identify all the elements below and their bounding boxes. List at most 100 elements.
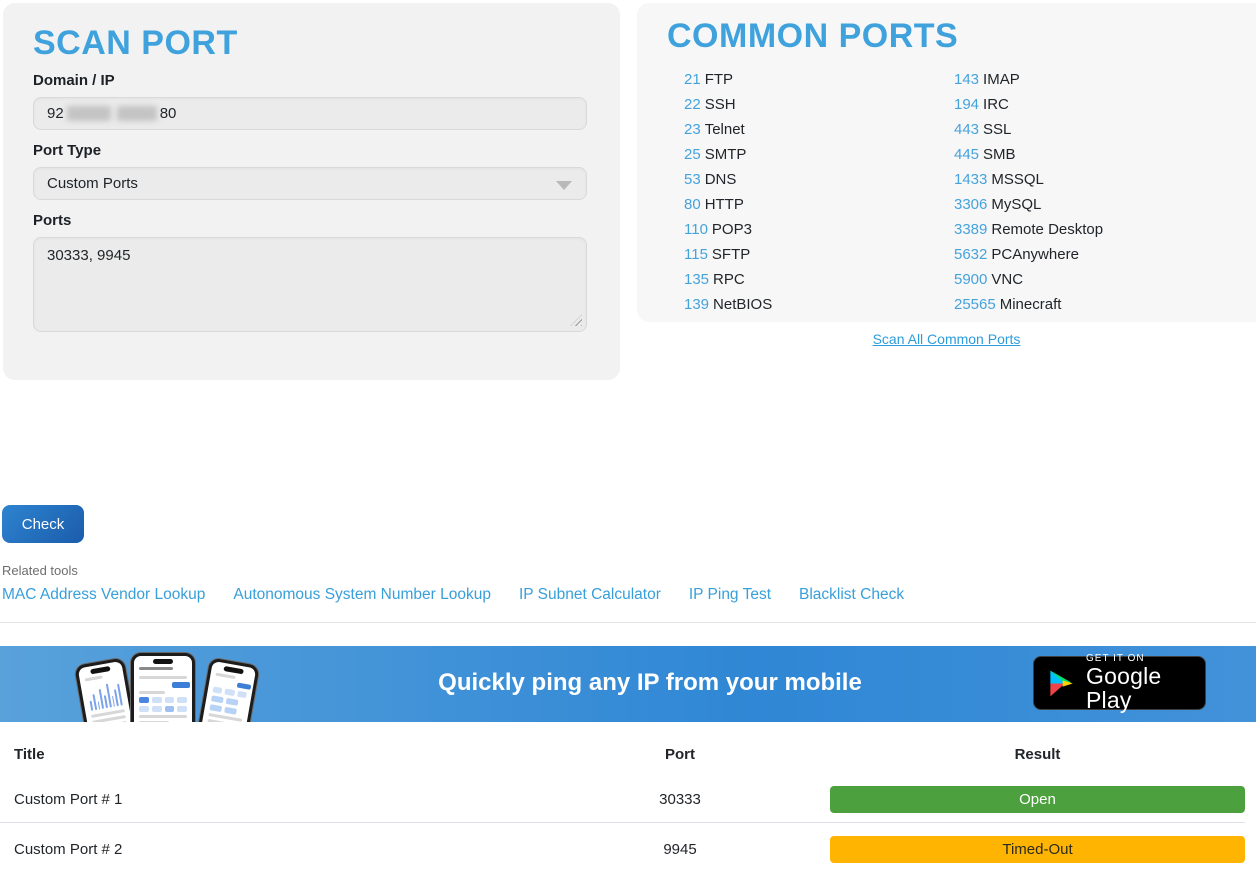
google-play-icon <box>1047 667 1075 700</box>
domain-ip-input[interactable]: 92 80 <box>33 97 587 130</box>
port-name: SMTP <box>705 146 747 163</box>
common-port-item: 25SMTP <box>684 142 772 167</box>
port-number: 445 <box>954 146 979 163</box>
common-ports-list: 21FTP 22SSH 23Telnet 25SMTP <box>667 67 1247 317</box>
common-port-item: 443SSL <box>954 117 1103 142</box>
port-number: 115 <box>684 246 708 263</box>
result-port: 30333 <box>530 791 830 808</box>
common-port-item: 5900VNC <box>954 267 1103 292</box>
port-number: 22 <box>684 96 701 113</box>
section-divider <box>0 622 1256 623</box>
result-row: Custom Port # 2 9945 Timed-Out <box>0 823 1245 875</box>
domain-ip-value-suffix: 80 <box>160 105 177 122</box>
common-port-item: 3306MySQL <box>954 192 1103 217</box>
related-tool-link[interactable]: Autonomous System Number Lookup <box>233 586 491 604</box>
port-number: 80 <box>684 196 701 213</box>
port-name: SFTP <box>712 246 750 263</box>
result-cell: Timed-Out <box>830 836 1245 863</box>
common-port-item: 143IMAP <box>954 67 1103 92</box>
domain-ip-label: Domain / IP <box>33 72 590 89</box>
port-number: 135 <box>684 271 709 288</box>
mini-bar-chart <box>87 680 123 711</box>
common-port-item: 21FTP <box>684 67 772 92</box>
port-number: 53 <box>684 171 701 188</box>
common-port-item: 135RPC <box>684 267 772 292</box>
ports-textarea-wrap: 30333, 9945 <box>33 237 587 332</box>
phone-mockup-center <box>131 653 195 722</box>
header-port: Port <box>530 746 830 763</box>
related-tools-label: Related tools <box>2 563 78 578</box>
port-scanner-page: SCAN PORT Domain / IP 92 80 Port Type Cu… <box>0 0 1256 875</box>
phone-mockup-right <box>192 657 259 722</box>
redacted-ip-segment <box>117 106 157 121</box>
port-name: MySQL <box>991 196 1041 213</box>
chevron-down-icon <box>556 181 572 190</box>
port-type-selected-value: Custom Ports <box>47 175 138 192</box>
result-row: Custom Port # 1 30333 Open <box>0 777 1245 823</box>
port-name: IRC <box>983 96 1009 113</box>
port-name: DNS <box>705 171 737 188</box>
port-name: HTTP <box>705 196 744 213</box>
common-ports-column-2: 143IMAP 194IRC 443SSL 445SMB <box>954 67 1103 317</box>
port-name: RPC <box>713 271 745 288</box>
port-name: Minecraft <box>1000 296 1062 313</box>
port-number: 443 <box>954 121 979 138</box>
domain-ip-value-prefix: 92 <box>47 105 64 122</box>
header-title: Title <box>0 746 530 763</box>
port-number: 1433 <box>954 171 987 188</box>
redacted-ip-segment <box>67 106 111 121</box>
related-tool-link[interactable]: MAC Address Vendor Lookup <box>2 586 205 604</box>
port-name: SSH <box>705 96 736 113</box>
common-port-item: 53DNS <box>684 167 772 192</box>
port-number: 3389 <box>954 221 987 238</box>
port-number: 3306 <box>954 196 987 213</box>
port-name: Telnet <box>705 121 745 138</box>
result-cell: Open <box>830 786 1245 813</box>
results-body: Custom Port # 1 30333 Open Custom Port #… <box>0 777 1245 875</box>
related-tool-link[interactable]: IP Ping Test <box>689 586 771 604</box>
scan-all-common-ports-link[interactable]: Scan All Common Ports <box>873 331 1021 347</box>
port-name: NetBIOS <box>713 296 772 313</box>
status-badge: Open <box>830 786 1245 813</box>
header-result: Result <box>830 746 1245 763</box>
port-name: PCAnywhere <box>991 246 1079 263</box>
results-header-row: Title Port Result <box>0 731 1245 777</box>
port-number: 25 <box>684 146 701 163</box>
port-number: 5632 <box>954 246 987 263</box>
status-badge: Timed-Out <box>830 836 1245 863</box>
common-port-item: 1433MSSQL <box>954 167 1103 192</box>
common-ports-title: COMMON PORTS <box>667 18 1247 55</box>
ports-textarea[interactable]: 30333, 9945 <box>33 237 587 332</box>
scan-port-panel: SCAN PORT Domain / IP 92 80 Port Type Cu… <box>3 3 620 380</box>
common-port-item: 80HTTP <box>684 192 772 217</box>
common-ports-column-1: 21FTP 22SSH 23Telnet 25SMTP <box>684 67 772 317</box>
banner-headline: Quickly ping any IP from your mobile <box>438 669 862 697</box>
common-port-item: 115SFTP <box>684 242 772 267</box>
common-port-item: 139NetBIOS <box>684 292 772 317</box>
common-port-item: 445SMB <box>954 142 1103 167</box>
port-type-select[interactable]: Custom Ports <box>33 167 587 200</box>
related-tool-link[interactable]: IP Subnet Calculator <box>519 586 661 604</box>
port-type-label: Port Type <box>33 142 590 159</box>
common-port-item: 23Telnet <box>684 117 772 142</box>
results-table: Title Port Result Custom Port # 1 30333 … <box>0 731 1256 875</box>
result-title: Custom Port # 2 <box>0 841 530 858</box>
related-tools-links: MAC Address Vendor Lookup Autonomous Sys… <box>2 586 904 604</box>
port-number: 143 <box>954 71 979 88</box>
common-port-item: 194IRC <box>954 92 1103 117</box>
port-name: POP3 <box>712 221 752 238</box>
common-port-item: 3389Remote Desktop <box>954 217 1103 242</box>
common-port-item: 25565Minecraft <box>954 292 1103 317</box>
google-play-text: GET IT ON Google Play <box>1086 654 1205 713</box>
port-name: VNC <box>991 271 1023 288</box>
google-play-large-text: Google Play <box>1086 664 1205 712</box>
check-button[interactable]: Check <box>2 505 84 543</box>
common-ports-panel: COMMON PORTS 21FTP 22SSH 23Telnet <box>637 3 1256 322</box>
related-tool-link[interactable]: Blacklist Check <box>799 586 904 604</box>
port-name: Remote Desktop <box>991 221 1103 238</box>
ports-label: Ports <box>33 212 590 229</box>
port-number: 139 <box>684 296 709 313</box>
google-play-badge[interactable]: GET IT ON Google Play <box>1033 656 1206 710</box>
scan-all-wrap: Scan All Common Ports <box>637 331 1256 349</box>
port-number: 110 <box>684 221 708 238</box>
